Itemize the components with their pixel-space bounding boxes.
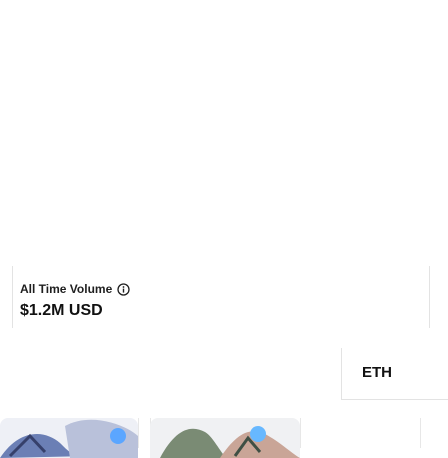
nft-image-2 (150, 418, 300, 458)
nft-card-2[interactable] (150, 418, 300, 458)
nft-card-1[interactable] (0, 418, 138, 458)
grid-divider-1 (138, 418, 139, 448)
info-icon[interactable] (117, 282, 130, 296)
grid-divider-3 (300, 418, 301, 448)
all-time-volume-label: All Time Volume (20, 282, 130, 296)
currency-tab-underline (341, 399, 448, 400)
all-time-volume-value: $1.2M USD (20, 302, 103, 319)
volume-label-text: All Time Volume (20, 282, 113, 296)
stats-divider-left (12, 266, 13, 328)
currency-tab-divider (341, 348, 342, 400)
grid-divider-4 (420, 418, 421, 448)
currency-eth[interactable]: ETH (362, 364, 392, 381)
stats-divider-right (429, 266, 430, 328)
nft-image-1 (0, 418, 138, 458)
